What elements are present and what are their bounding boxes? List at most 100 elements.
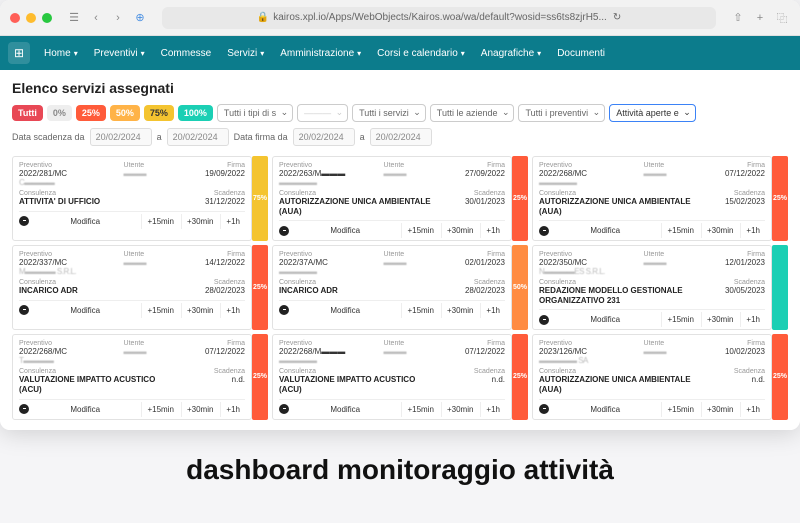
service-card[interactable]: Preventivo 2022/263/M▬▬▬ ▬▬▬▬▬ Utente ▬▬… xyxy=(272,156,512,241)
plus-15min-button[interactable]: +15min xyxy=(141,303,178,318)
modifica-button[interactable]: Modifica xyxy=(31,402,139,417)
nav-amministrazione[interactable]: Amministrazione▾ xyxy=(272,42,369,65)
progress-badge[interactable]: 25% xyxy=(512,156,528,241)
pill-all[interactable]: Tutti xyxy=(12,105,43,121)
plus-30min-button[interactable]: +30min xyxy=(701,312,738,327)
plus-30min-button[interactable]: +30min xyxy=(441,223,478,238)
modifica-button[interactable]: Modifica xyxy=(291,402,399,417)
new-tab-icon[interactable]: + xyxy=(752,10,768,26)
clock-icon[interactable] xyxy=(279,305,289,315)
clock-icon[interactable] xyxy=(19,404,29,414)
close-window-icon[interactable] xyxy=(10,13,20,23)
clock-icon[interactable] xyxy=(279,226,289,236)
filter-tipo-select[interactable]: Tutti i tipi di s xyxy=(217,104,293,122)
plus-30min-button[interactable]: +30min xyxy=(441,402,478,417)
nav-documenti[interactable]: Documenti xyxy=(549,42,613,65)
pill-100[interactable]: 100% xyxy=(178,105,213,121)
minimize-window-icon[interactable] xyxy=(26,13,36,23)
scadenza-da-input[interactable] xyxy=(90,128,152,146)
service-card[interactable]: Preventivo 2022/337/MC M▬▬▬▬ S.R.L. Uten… xyxy=(12,245,252,330)
filter-preventivi-select[interactable]: Tutti i preventivi xyxy=(518,104,605,122)
sidebar-toggle-icon[interactable]: ☰ xyxy=(66,10,82,26)
modifica-button[interactable]: Modifica xyxy=(31,214,139,229)
progress-badge[interactable]: 25% xyxy=(772,156,788,241)
plus-15min-button[interactable]: +15min xyxy=(401,402,438,417)
pill-75[interactable]: 75% xyxy=(144,105,174,121)
plus-1h-button[interactable]: +1h xyxy=(740,312,765,327)
plus-1h-button[interactable]: +1h xyxy=(220,214,245,229)
plus-15min-button[interactable]: +15min xyxy=(401,223,438,238)
plus-30min-button[interactable]: +30min xyxy=(181,402,218,417)
share-icon[interactable]: ⇧ xyxy=(730,10,746,26)
forward-icon[interactable]: › xyxy=(110,10,126,26)
scadenza-a-input[interactable] xyxy=(167,128,229,146)
service-card[interactable]: Preventivo 2022/281/MC C▬▬▬▬ Utente ▬▬▬ … xyxy=(12,156,252,241)
clock-icon[interactable] xyxy=(539,404,549,414)
modifica-button[interactable]: Modifica xyxy=(551,402,659,417)
nav-servizi[interactable]: Servizi▾ xyxy=(219,42,272,65)
nav-home[interactable]: Home▾ xyxy=(36,42,86,65)
plus-1h-button[interactable]: +1h xyxy=(480,303,505,318)
plus-30min-button[interactable]: +30min xyxy=(441,303,478,318)
plus-15min-button[interactable]: +15min xyxy=(661,402,698,417)
plus-15min-button[interactable]: +15min xyxy=(661,312,698,327)
modifica-button[interactable]: Modifica xyxy=(551,223,659,238)
progress-badge[interactable]: 25% xyxy=(252,334,268,419)
nav-commesse[interactable]: Commesse xyxy=(153,42,220,65)
plus-30min-button[interactable]: +30min xyxy=(701,223,738,238)
service-card[interactable]: Preventivo 2023/126/MC ▬▬▬▬▬ SA Utente ▬… xyxy=(532,334,772,419)
tabs-icon[interactable]: ⿻ xyxy=(774,10,790,26)
modifica-button[interactable]: Modifica xyxy=(291,303,399,318)
pill-50[interactable]: 50% xyxy=(110,105,140,121)
plus-1h-button[interactable]: +1h xyxy=(220,303,245,318)
service-card[interactable]: Preventivo 2022/37A/MC ▬▬▬▬▬ Utente ▬▬▬ … xyxy=(272,245,512,330)
maximize-window-icon[interactable] xyxy=(42,13,52,23)
clock-icon[interactable] xyxy=(539,315,549,325)
firma-a-input[interactable] xyxy=(370,128,432,146)
progress-badge[interactable]: 25% xyxy=(512,334,528,419)
plus-1h-button[interactable]: +1h xyxy=(740,402,765,417)
plus-1h-button[interactable]: +1h xyxy=(480,402,505,417)
filter-aziende-select[interactable]: Tutti le aziende xyxy=(430,104,515,122)
progress-badge[interactable]: 25% xyxy=(252,245,268,330)
service-card[interactable]: Preventivo 2022/350/MC N▬▬▬▬ES S.R.L. Ut… xyxy=(532,245,772,330)
back-icon[interactable]: ‹ xyxy=(88,10,104,26)
plus-30min-button[interactable]: +30min xyxy=(181,303,218,318)
filter-servizi-select[interactable]: Tutti i servizi xyxy=(352,104,426,122)
clock-icon[interactable] xyxy=(279,404,289,414)
filter-attivita-select[interactable]: Attività aperte e xyxy=(609,104,696,122)
progress-badge[interactable]: 50% xyxy=(512,245,528,330)
modifica-button[interactable]: Modifica xyxy=(551,312,659,327)
plus-15min-button[interactable]: +15min xyxy=(141,402,178,417)
plus-15min-button[interactable]: +15min xyxy=(141,214,178,229)
plus-1h-button[interactable]: +1h xyxy=(740,223,765,238)
nav-anagrafiche[interactable]: Anagrafiche▾ xyxy=(473,42,549,65)
clock-icon[interactable] xyxy=(19,305,29,315)
modifica-button[interactable]: Modifica xyxy=(291,223,399,238)
progress-badge[interactable] xyxy=(772,245,788,330)
plus-15min-button[interactable]: +15min xyxy=(401,303,438,318)
service-card[interactable]: Preventivo 2022/268/MC T▬▬▬▬ Utente ▬▬▬ … xyxy=(12,334,252,419)
brand-logo-icon[interactable]: ⊞ xyxy=(8,42,30,64)
plus-30min-button[interactable]: +30min xyxy=(701,402,738,417)
firma-da-input[interactable] xyxy=(293,128,355,146)
service-card[interactable]: Preventivo 2022/268/MC ▬▬▬▬▬ Utente ▬▬▬ … xyxy=(532,156,772,241)
pill-0[interactable]: 0% xyxy=(47,105,72,121)
reload-icon[interactable]: ↻ xyxy=(613,12,621,23)
shield-icon[interactable]: ⊕ xyxy=(132,10,148,26)
pill-25[interactable]: 25% xyxy=(76,105,106,121)
plus-1h-button[interactable]: +1h xyxy=(480,223,505,238)
clock-icon[interactable] xyxy=(539,226,549,236)
nav-preventivi[interactable]: Preventivi▾ xyxy=(86,42,153,65)
plus-15min-button[interactable]: +15min xyxy=(661,223,698,238)
plus-30min-button[interactable]: +30min xyxy=(181,214,218,229)
url-bar[interactable]: 🔒 kairos.xpl.io/Apps/WebObjects/Kairos.w… xyxy=(162,7,716,29)
filter-blurred-select[interactable]: ——— xyxy=(297,104,348,122)
plus-1h-button[interactable]: +1h xyxy=(220,402,245,417)
clock-icon[interactable] xyxy=(19,216,29,226)
progress-badge[interactable]: 75% xyxy=(252,156,268,241)
nav-corsi e calendario[interactable]: Corsi e calendario▾ xyxy=(369,42,473,65)
service-card[interactable]: Preventivo 2022/268/M▬▬▬ ▬▬▬▬▬ Utente ▬▬… xyxy=(272,334,512,419)
progress-badge[interactable]: 25% xyxy=(772,334,788,419)
modifica-button[interactable]: Modifica xyxy=(31,303,139,318)
